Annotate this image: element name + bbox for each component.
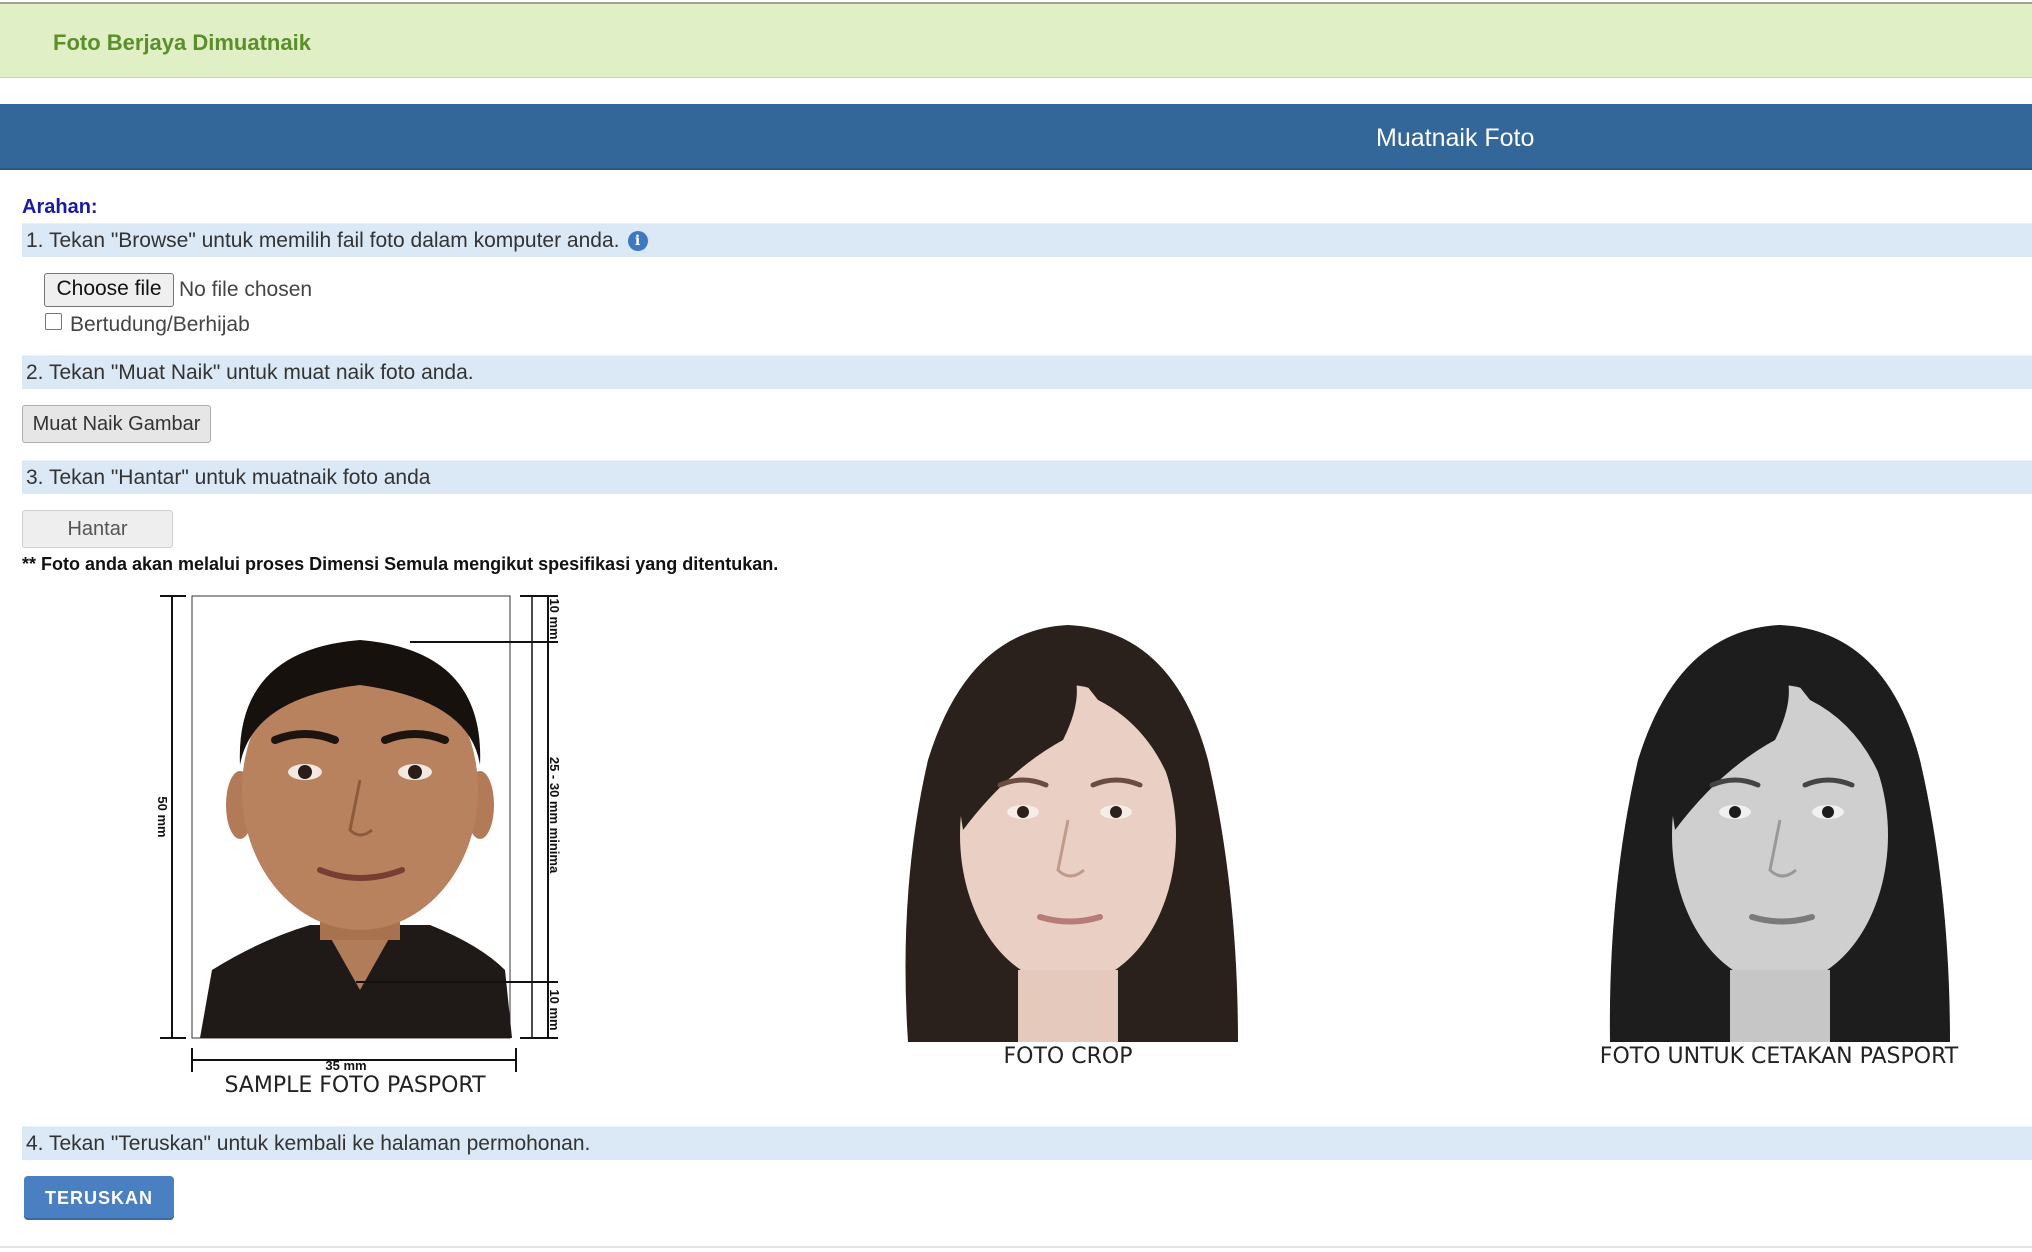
sample-photo-caption: SAMPLE FOTO PASPORT xyxy=(224,1073,486,1098)
dim-width-label: 35 mm xyxy=(325,1058,366,1073)
print-photo-caption: FOTO UNTUK CETAKAN PASPORT xyxy=(1599,1044,1959,1069)
svg-text:10 mm: 10 mm xyxy=(547,989,562,1030)
success-message: Foto Berjaya Dimuatnaik xyxy=(53,30,311,55)
divider xyxy=(0,1246,2032,1248)
success-alert: Foto Berjaya Dimuatnaik xyxy=(0,2,2032,78)
step-4-row: 4. Tekan "Teruskan" untuk kembali ke hal… xyxy=(22,1126,2032,1160)
resize-note: ** Foto anda akan melalui proses Dimensi… xyxy=(22,554,779,574)
continue-button[interactable]: TERUSKAN xyxy=(24,1176,174,1220)
hijab-checkbox[interactable] xyxy=(45,313,62,330)
dim-bottom-margin-label: 10 mm xyxy=(547,989,562,1030)
step-1-text: 1. Tekan "Browse" untuk memilih fail fot… xyxy=(26,229,620,252)
step-3-text: 3. Tekan "Hantar" untuk muatnaik foto an… xyxy=(26,466,431,489)
step-2-row: 2. Tekan "Muat Naik" untuk muat naik fot… xyxy=(22,355,2032,389)
step-4-text: 4. Tekan "Teruskan" untuk kembali ke hal… xyxy=(26,1132,591,1155)
svg-text:10 mm: 10 mm xyxy=(547,598,562,639)
svg-text:50 mm: 50 mm xyxy=(155,796,170,837)
upload-image-button[interactable]: Muat Naik Gambar xyxy=(22,405,211,443)
submit-button[interactable]: Hantar xyxy=(22,510,173,548)
instructions-heading: Arahan: xyxy=(22,196,98,218)
step-3-row: 3. Tekan "Hantar" untuk muatnaik foto an… xyxy=(22,460,2032,494)
panel-header: Muatnaik Foto xyxy=(0,104,2032,170)
hijab-checkbox-label[interactable]: Bertudung/Berhijab xyxy=(70,313,250,337)
sample-passport-diagram: 50 mm 35 mm 10 mm 25 - 30 mm minima 10 m… xyxy=(155,595,562,1073)
panel-title: Muatnaik Foto xyxy=(1376,124,1535,152)
step-2-text: 2. Tekan "Muat Naik" untuk muat naik fot… xyxy=(26,361,474,384)
svg-text:25 - 30 mm minima: 25 - 30 mm minima xyxy=(547,757,562,874)
step-1-row: 1. Tekan "Browse" untuk memilih fail fot… xyxy=(22,223,2032,257)
dim-height-label: 50 mm xyxy=(155,796,170,837)
dim-top-margin-label: 10 mm xyxy=(547,598,562,639)
crop-photo xyxy=(888,590,1248,1042)
info-icon[interactable]: i xyxy=(627,231,648,251)
print-photo xyxy=(1598,590,1960,1042)
choose-file-button[interactable]: Choose file xyxy=(44,273,174,307)
file-status: No file chosen xyxy=(179,278,313,301)
crop-photo-caption: FOTO CROP xyxy=(1003,1044,1133,1069)
dim-face-label: 25 - 30 mm minima xyxy=(547,757,562,874)
